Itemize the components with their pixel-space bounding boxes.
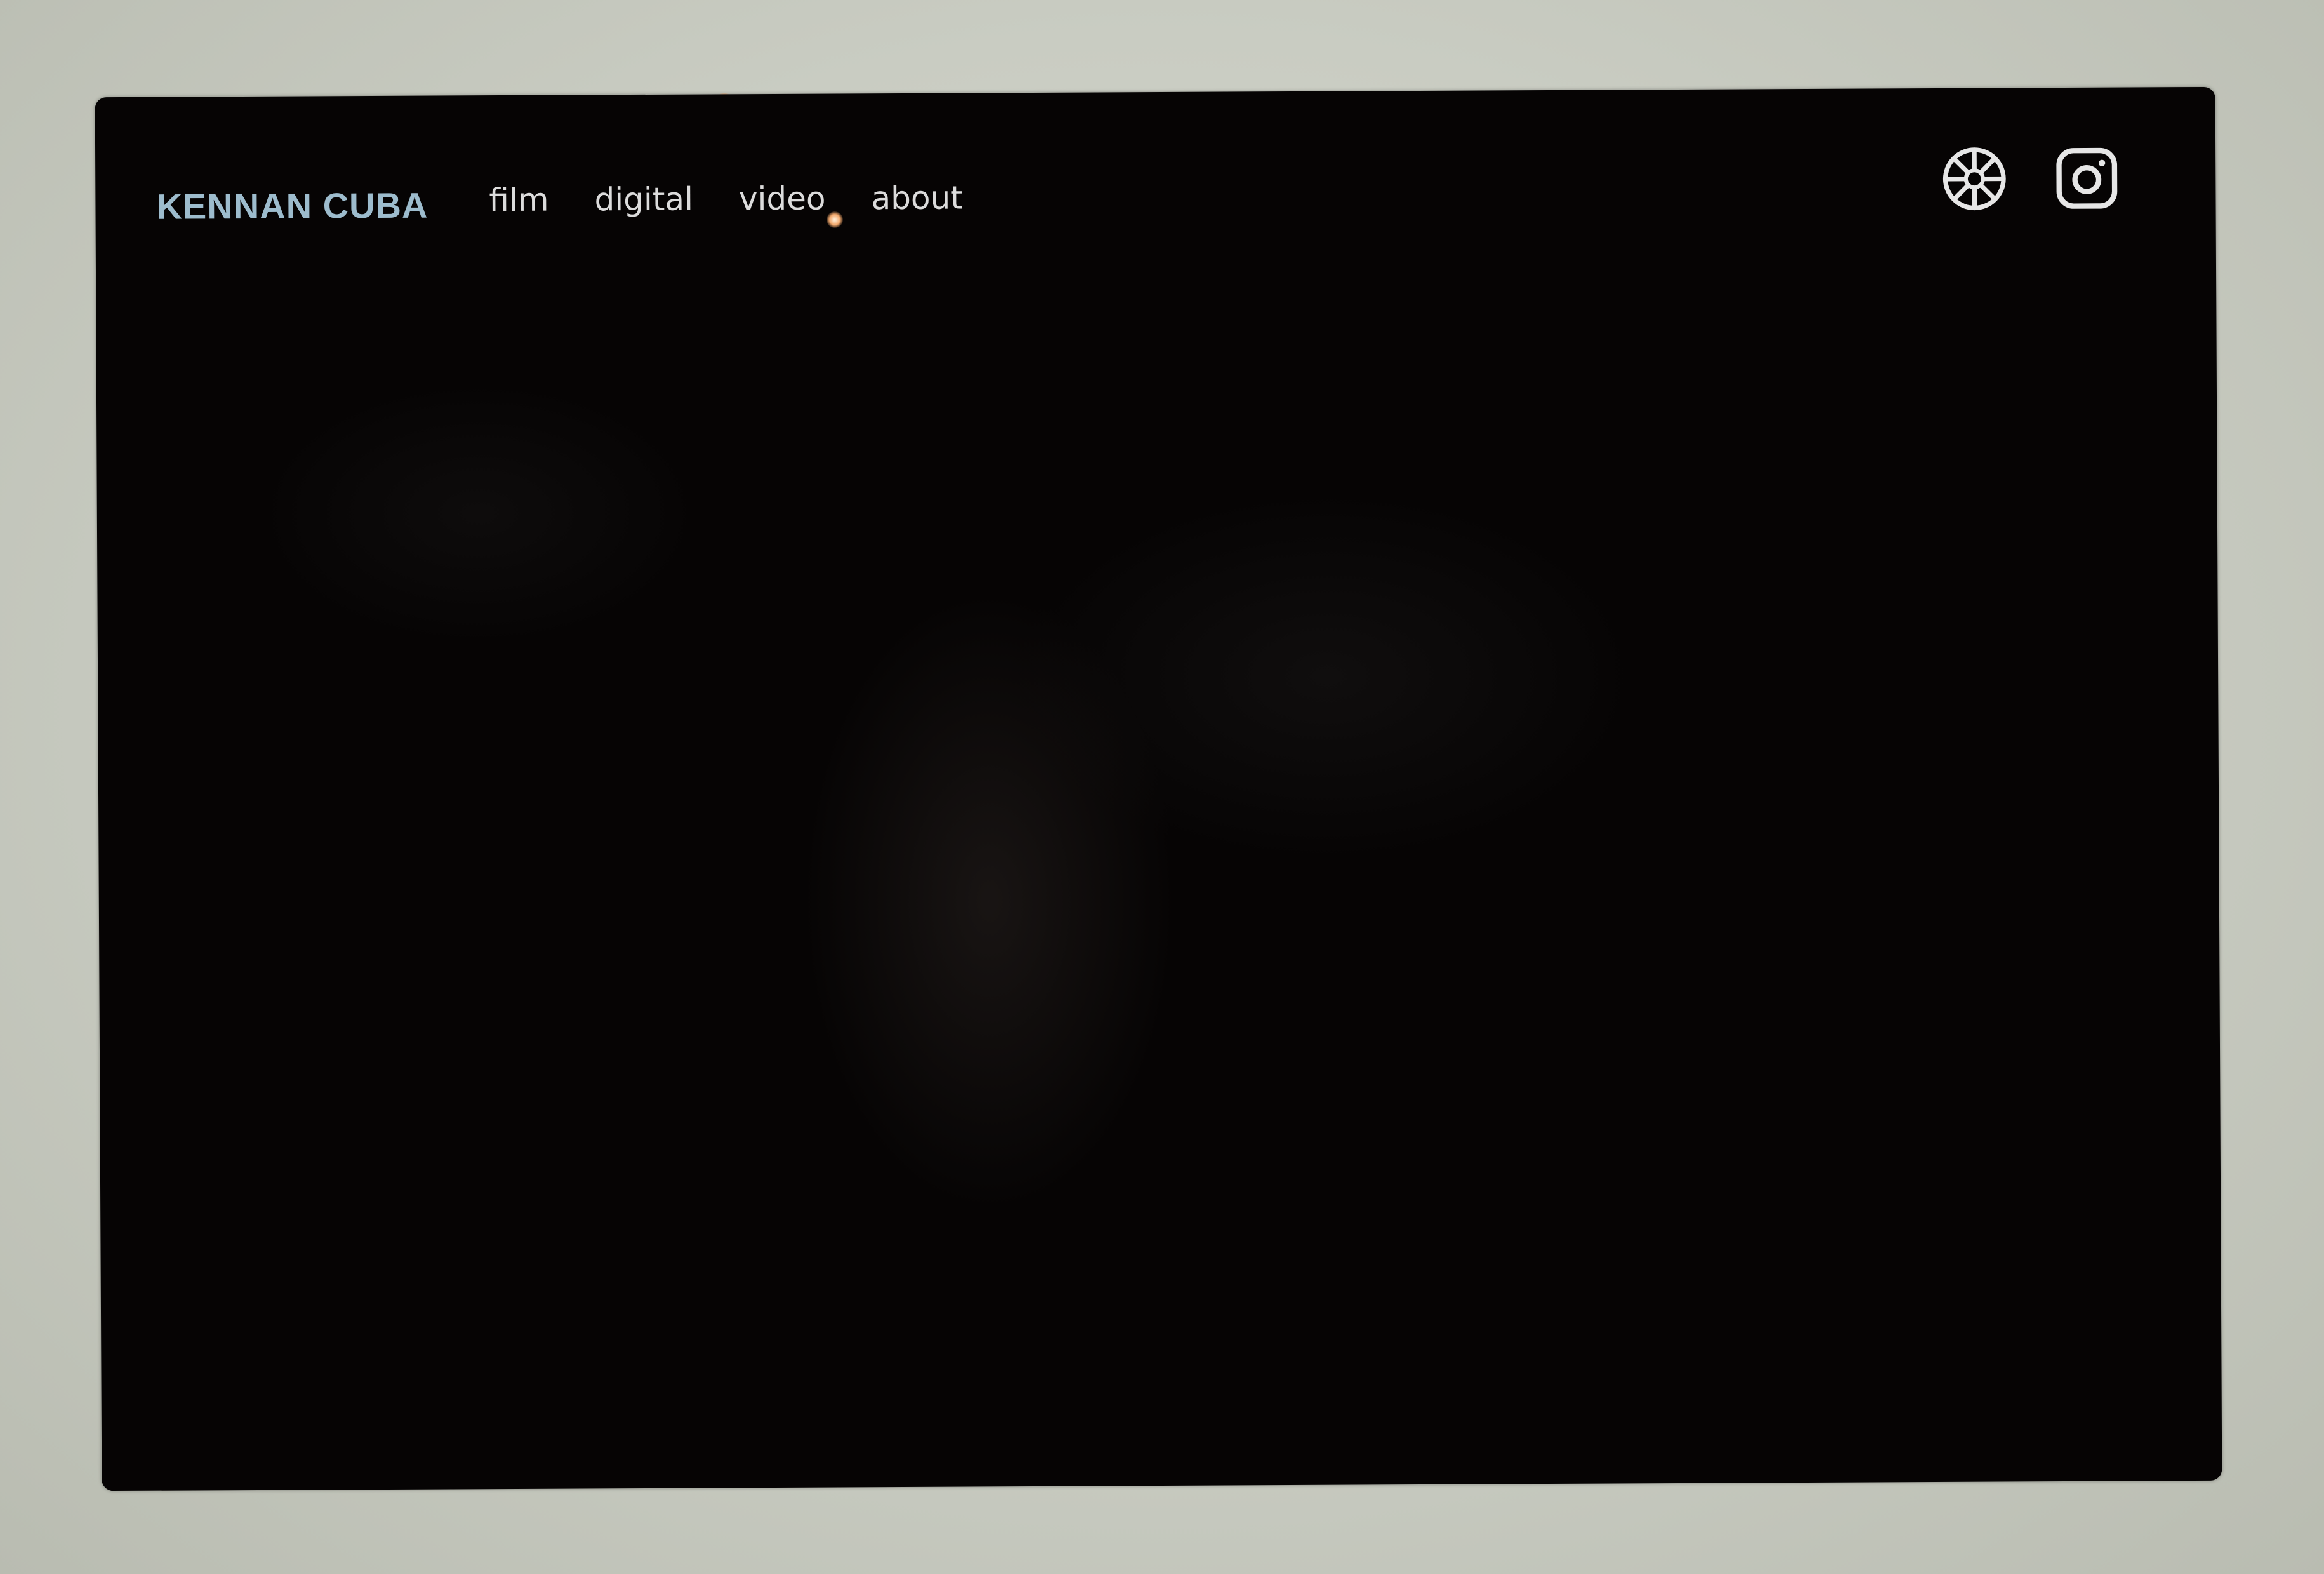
nav-link-film[interactable]: film xyxy=(489,182,548,218)
aperture-icon-glyph xyxy=(1942,147,2006,211)
main-nav: film digital video about xyxy=(489,179,963,218)
nav-link-video[interactable]: video xyxy=(739,180,826,218)
nav-link-digital[interactable]: digital xyxy=(594,181,693,218)
nav-link-about[interactable]: about xyxy=(871,179,963,217)
instagram-icon[interactable] xyxy=(2052,143,2122,214)
reflection-light xyxy=(827,211,843,228)
screen-reflection xyxy=(95,86,2222,1491)
instagram-icon-glyph xyxy=(2056,147,2118,209)
site-logo-link[interactable]: KENNAN CUBA xyxy=(156,185,428,227)
monitor-screen: KENNAN CUBA film digital video about xyxy=(95,86,2222,1491)
aperture-icon[interactable] xyxy=(1939,143,2010,214)
